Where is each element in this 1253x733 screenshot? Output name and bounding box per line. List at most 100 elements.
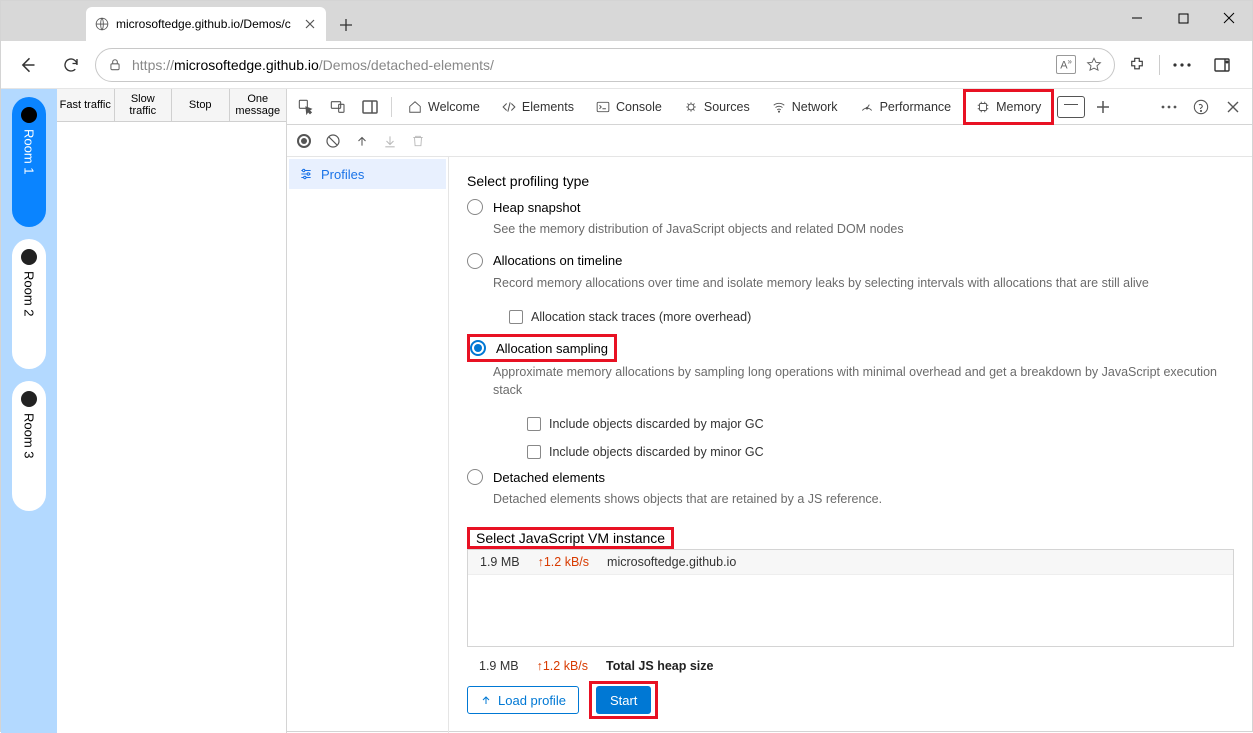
- stop-button[interactable]: Stop: [172, 89, 230, 121]
- sidebar-item-profiles[interactable]: Profiles: [289, 159, 446, 189]
- sidebar-toggle-icon[interactable]: [1204, 47, 1240, 83]
- traffic-controls: Fast traffic Slow traffic Stop One messa…: [57, 89, 286, 122]
- radio-heap-snapshot[interactable]: Heap snapshot: [467, 199, 1234, 215]
- tab-console[interactable]: Console: [586, 89, 672, 125]
- tab-sources[interactable]: Sources: [674, 89, 760, 125]
- radio-desc: Record memory allocations over time and …: [493, 275, 1234, 293]
- minimize-button[interactable]: [1114, 1, 1160, 35]
- totals-size: 1.9 MB: [479, 659, 519, 673]
- maximize-button[interactable]: [1160, 1, 1206, 35]
- home-icon: [408, 100, 422, 114]
- vm-heading: Select JavaScript VM instance: [476, 530, 665, 546]
- room-label: Room 1: [22, 129, 37, 175]
- start-button[interactable]: Start: [596, 686, 651, 714]
- room-label: Room 3: [22, 413, 37, 459]
- add-tab-button[interactable]: [1088, 92, 1118, 122]
- devtools-tabs: Welcome Elements Console Sources Network…: [287, 89, 1252, 125]
- room-1-pill[interactable]: Room 1: [12, 97, 46, 227]
- reader-icon[interactable]: A»: [1056, 55, 1076, 74]
- status-dot-icon: [21, 249, 37, 265]
- totals-label: Total JS heap size: [606, 659, 713, 673]
- slow-traffic-button[interactable]: Slow traffic: [115, 89, 173, 121]
- tab-elements[interactable]: Elements: [492, 89, 584, 125]
- browser-tab[interactable]: microsoftedge.github.io/Demos/c: [86, 7, 326, 41]
- radio-allocation-sampling[interactable]: Allocation sampling: [470, 340, 608, 356]
- checkbox-stack-traces[interactable]: Allocation stack traces (more overhead): [509, 310, 1234, 324]
- vm-size: 1.9 MB: [480, 555, 520, 569]
- close-window-button[interactable]: [1206, 1, 1252, 35]
- close-tab-icon[interactable]: [302, 16, 318, 32]
- page-viewport: Room 1 Room 2 Room 3 Fast traffic Slow t…: [1, 89, 286, 733]
- address-bar-row: https://microsoftedge.github.io/Demos/de…: [1, 41, 1252, 89]
- lock-icon: [108, 58, 122, 72]
- radio-desc: Detached elements shows objects that are…: [493, 491, 1234, 509]
- devtools-panel: Welcome Elements Console Sources Network…: [286, 89, 1252, 733]
- sliders-icon: [299, 167, 313, 181]
- radio-detached-elements[interactable]: Detached elements: [467, 469, 1234, 485]
- device-toggle-icon[interactable]: [323, 92, 353, 122]
- room-2-pill[interactable]: Room 2: [12, 239, 46, 369]
- tab-network[interactable]: Network: [762, 89, 848, 125]
- memory-icon: [976, 100, 990, 114]
- memory-main-panel: Select profiling type Heap snapshot See …: [449, 157, 1252, 733]
- radio-icon: [467, 253, 483, 269]
- browser-actions: [1119, 47, 1246, 83]
- import-button[interactable]: [383, 134, 397, 148]
- room-label: Room 2: [22, 271, 37, 317]
- new-tab-button[interactable]: [330, 9, 362, 41]
- memory-toolbar: [287, 125, 1252, 157]
- inspect-icon[interactable]: [291, 92, 321, 122]
- sidebar-item-label: Profiles: [321, 167, 364, 182]
- devtools-side-panel: Profiles: [287, 157, 449, 733]
- vm-instance-table: 1.9 MB ↑1.2 kB/s microsoftedge.github.io: [467, 549, 1234, 648]
- favorites-icon[interactable]: [1086, 57, 1102, 73]
- record-button[interactable]: [297, 134, 311, 148]
- address-bar[interactable]: https://microsoftedge.github.io/Demos/de…: [95, 48, 1115, 82]
- url-text: https://microsoftedge.github.io/Demos/de…: [132, 57, 1046, 73]
- vm-url: microsoftedge.github.io: [607, 555, 736, 569]
- more-tools-button[interactable]: [1154, 92, 1184, 122]
- vm-row[interactable]: 1.9 MB ↑1.2 kB/s microsoftedge.github.io: [468, 550, 1233, 575]
- bug-icon: [684, 100, 698, 114]
- extensions-icon[interactable]: [1119, 47, 1155, 83]
- console-icon: [596, 100, 610, 114]
- globe-icon: [94, 16, 110, 32]
- upload-icon: [480, 694, 492, 706]
- room-sidebar: Room 1 Room 2 Room 3: [1, 89, 57, 733]
- checkbox-major-gc[interactable]: Include objects discarded by major GC: [527, 417, 1234, 431]
- help-button[interactable]: [1186, 92, 1216, 122]
- close-devtools-button[interactable]: [1218, 92, 1248, 122]
- dock-icon[interactable]: [355, 92, 385, 122]
- clear-button[interactable]: [325, 133, 341, 149]
- tab-performance[interactable]: Performance: [850, 89, 962, 125]
- drawer-icon[interactable]: [1056, 92, 1086, 122]
- refresh-button[interactable]: [51, 45, 91, 85]
- profiling-type-heading: Select profiling type: [467, 173, 1234, 189]
- status-dot-icon: [21, 391, 37, 407]
- back-button[interactable]: [7, 45, 47, 85]
- menu-button[interactable]: [1164, 47, 1200, 83]
- gauge-icon: [860, 100, 874, 114]
- radio-desc: See the memory distribution of JavaScrip…: [493, 221, 1234, 239]
- window-controls: [1114, 1, 1252, 35]
- tab-memory[interactable]: Memory: [963, 89, 1054, 125]
- room-3-pill[interactable]: Room 3: [12, 381, 46, 511]
- vm-totals: 1.9 MB ↑1.2 kB/s Total JS heap size: [467, 655, 1234, 677]
- page-content: Fast traffic Slow traffic Stop One messa…: [57, 89, 286, 733]
- load-profile-button[interactable]: Load profile: [467, 686, 579, 714]
- checkbox-icon: [527, 417, 541, 431]
- vm-rate: ↑1.2 kB/s: [538, 555, 589, 569]
- browser-tab-strip: microsoftedge.github.io/Demos/c: [1, 1, 1252, 41]
- radio-allocations-timeline[interactable]: Allocations on timeline: [467, 253, 1234, 269]
- export-button[interactable]: [355, 134, 369, 148]
- tab-welcome[interactable]: Welcome: [398, 89, 490, 125]
- fast-traffic-button[interactable]: Fast traffic: [57, 89, 115, 121]
- checkbox-minor-gc[interactable]: Include objects discarded by minor GC: [527, 445, 1234, 459]
- delete-button[interactable]: [411, 134, 425, 148]
- checkbox-icon: [527, 445, 541, 459]
- radio-desc: Approximate memory allocations by sampli…: [493, 364, 1234, 399]
- radio-icon: [467, 199, 483, 215]
- code-icon: [502, 100, 516, 114]
- radio-icon: [470, 340, 486, 356]
- one-message-button[interactable]: One message: [230, 89, 287, 121]
